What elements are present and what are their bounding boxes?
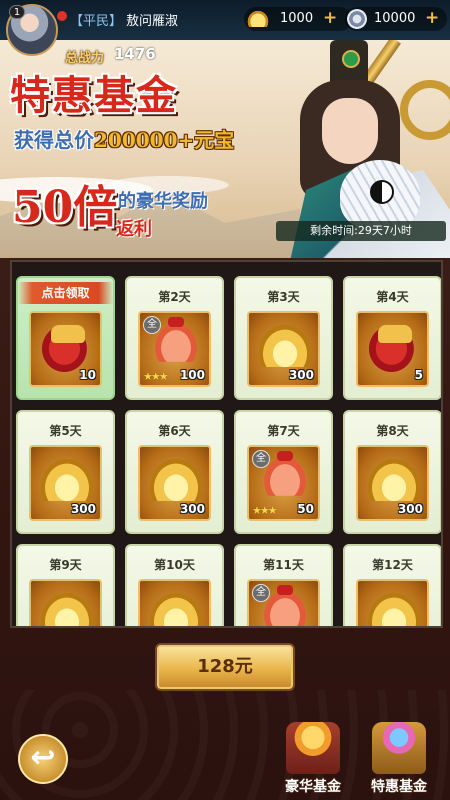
banner-subtitle: 获得总价200000+元宝 bbox=[14, 124, 234, 153]
day-label: 第12天 bbox=[372, 558, 413, 572]
gold-ingot-icon bbox=[257, 323, 313, 367]
gold-amount: 1000 bbox=[280, 11, 314, 26]
banner-subtitle-prefix: 获得总价 bbox=[14, 128, 94, 152]
player-name: 敖问雁淑 bbox=[126, 14, 179, 29]
wheel-decoration bbox=[400, 80, 450, 140]
day-label: 第4天 bbox=[376, 290, 409, 304]
red-bag-icon bbox=[368, 319, 420, 373]
day-label: 第2天 bbox=[158, 290, 191, 304]
item-slot[interactable]: 300 bbox=[356, 445, 429, 521]
reward-card[interactable]: 第12天 bbox=[343, 544, 441, 626]
item-slot[interactable] bbox=[29, 579, 102, 626]
day-label: 第11天 bbox=[263, 558, 304, 572]
item-quantity: 50 bbox=[297, 502, 314, 516]
add-gold-button[interactable]: + bbox=[323, 8, 337, 28]
luxury-fund-label: 豪华基金 bbox=[285, 779, 341, 795]
reward-card[interactable]: 第5天 300 bbox=[16, 410, 115, 534]
reward-card[interactable]: 第11天全 bbox=[234, 544, 333, 626]
add-silver-button[interactable]: + bbox=[425, 8, 439, 28]
item-quantity: 300 bbox=[70, 502, 96, 516]
power-label: 总战力 bbox=[65, 51, 105, 66]
hero-face bbox=[322, 98, 378, 164]
claim-label[interactable]: 点击领取 bbox=[18, 282, 113, 304]
item-slot[interactable] bbox=[356, 579, 429, 626]
item-slot[interactable]: 全 ★★★ 100 bbox=[138, 311, 211, 387]
notification-dot bbox=[57, 11, 67, 21]
item-slot[interactable] bbox=[138, 579, 211, 626]
item-slot[interactable]: 10 bbox=[29, 311, 102, 387]
banner-title: 特惠基金 bbox=[10, 72, 178, 119]
gold-ingot-icon bbox=[39, 591, 95, 626]
gold-ingot-icon bbox=[366, 591, 422, 626]
item-slot[interactable]: 300 bbox=[29, 445, 102, 521]
discount-fund-tab[interactable]: 特惠基金 bbox=[364, 722, 434, 796]
reward-card[interactable]: 第7天全 ★★★ 50 bbox=[234, 410, 333, 534]
discount-chest-icon bbox=[372, 722, 426, 774]
red-bag-icon bbox=[41, 319, 93, 373]
player-level: 1 bbox=[9, 5, 25, 19]
day-label: 第10天 bbox=[154, 558, 195, 572]
yin-yang-icon bbox=[370, 180, 394, 204]
gold-ingot-icon bbox=[366, 457, 422, 501]
purchase-button[interactable]: 128元 bbox=[155, 643, 295, 691]
banner-subtitle-amount: 200000+元宝 bbox=[94, 128, 235, 152]
item-slot[interactable]: 全 bbox=[247, 579, 320, 626]
star-rating: ★★★ bbox=[143, 370, 169, 383]
luxury-fund-tab[interactable]: 豪华基金 bbox=[278, 722, 348, 796]
back-arrow-icon[interactable]: ↩ bbox=[18, 734, 68, 784]
item-quantity: 10 bbox=[79, 368, 96, 382]
reward-card[interactable]: 第8天 300 bbox=[343, 410, 441, 534]
discount-fund-label: 特惠基金 bbox=[371, 779, 427, 795]
silver-coin-icon bbox=[347, 9, 367, 29]
player-rank: 【平民】 bbox=[70, 14, 123, 29]
item-quantity: 300 bbox=[288, 368, 314, 382]
gold-ingot-icon bbox=[148, 591, 204, 626]
item-quantity: 300 bbox=[397, 502, 423, 516]
day-label: 第7天 bbox=[267, 424, 300, 438]
reward-card[interactable]: 第9天 bbox=[16, 544, 115, 626]
luxury-chest-icon bbox=[286, 722, 340, 774]
reward-grid-frame[interactable]: 点击领取 10 第2天全 ★★★ 100 第3天 300 第4天 5 第5天 300 第6天 300 第7… bbox=[10, 260, 443, 628]
gold-ingot-icon bbox=[148, 457, 204, 501]
item-slot[interactable]: 300 bbox=[138, 445, 211, 521]
item-slot[interactable]: 全 ★★★ 50 bbox=[247, 445, 320, 521]
item-quantity: 100 bbox=[179, 368, 205, 382]
full-set-badge: 全 bbox=[252, 584, 270, 602]
power-value: 1476 bbox=[114, 45, 156, 63]
gold-ingot-icon bbox=[246, 9, 270, 27]
item-quantity: 5 bbox=[414, 368, 423, 382]
reward-card[interactable]: 第2天全 ★★★ 100 bbox=[125, 276, 224, 400]
reward-card[interactable]: 第6天 300 bbox=[125, 410, 224, 534]
remaining-time: 剩余时间:29天7小时 bbox=[276, 221, 446, 241]
day-label: 第8天 bbox=[376, 424, 409, 438]
banner-multiplier: 50倍 bbox=[12, 182, 118, 233]
item-slot[interactable]: 5 bbox=[356, 311, 429, 387]
banner-reward-text: 的豪华奖励 bbox=[118, 191, 208, 212]
gold-ingot-icon bbox=[39, 457, 95, 501]
reward-card[interactable]: 第3天 300 bbox=[234, 276, 333, 400]
day-label: 第6天 bbox=[158, 424, 191, 438]
day-label: 第3天 bbox=[267, 290, 300, 304]
reward-card[interactable]: 点击领取 10 bbox=[16, 276, 115, 400]
silver-amount: 10000 bbox=[374, 11, 416, 26]
banner-rebate-text: 返利 bbox=[116, 219, 152, 240]
item-slot[interactable]: 300 bbox=[247, 311, 320, 387]
day-label: 第9天 bbox=[49, 558, 82, 572]
reward-card[interactable]: 第10天 bbox=[125, 544, 224, 626]
full-set-badge: 全 bbox=[143, 316, 161, 334]
item-quantity: 300 bbox=[179, 502, 205, 516]
day-label: 第5天 bbox=[49, 424, 82, 438]
full-set-badge: 全 bbox=[252, 450, 270, 468]
star-rating: ★★★ bbox=[252, 504, 278, 517]
reward-card[interactable]: 第4天 5 bbox=[343, 276, 441, 400]
